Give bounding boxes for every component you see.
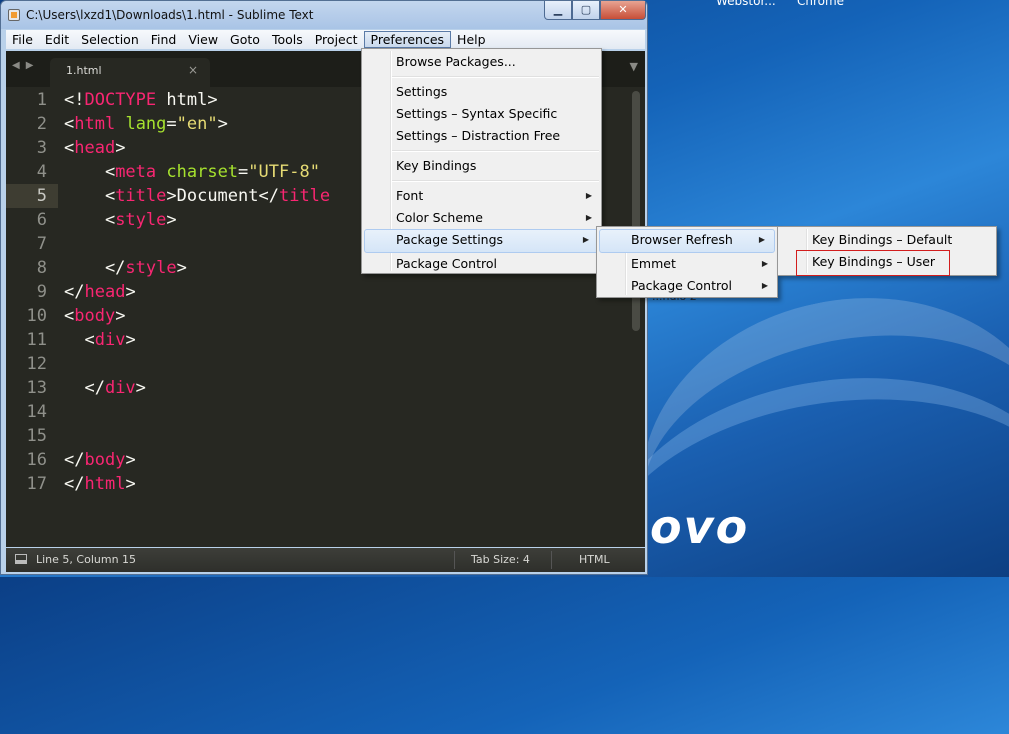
desktop-logo: ovo: [650, 500, 750, 554]
menu-bar: File Edit Selection Find View Goto Tools…: [6, 30, 645, 49]
window-title: C:\Users\lxzd1\Downloads\1.html - Sublim…: [26, 8, 314, 22]
menu-item-package-control[interactable]: Package Control: [362, 253, 601, 275]
minimize-icon: ▁: [553, 3, 563, 16]
line-number: 16: [26, 450, 47, 470]
panel-toggle-icon[interactable]: [15, 554, 27, 564]
menu-help[interactable]: Help: [451, 31, 492, 48]
line-number: 1: [36, 90, 47, 110]
submenu-arrow-icon: ▶: [758, 235, 765, 244]
tab-nav-arrows-icon[interactable]: ◀▶: [12, 60, 39, 71]
line-number: 17: [26, 474, 47, 494]
desktop-icon-label-chrome[interactable]: Chrome: [797, 0, 844, 8]
line-number: 12: [26, 354, 47, 374]
line-number-gutter: 1 2 3 4 5 6 7 8 9 10 11 12 13 14 15 16 17: [6, 88, 58, 496]
line-number: 14: [26, 402, 47, 422]
menu-view[interactable]: View: [182, 31, 224, 48]
submenu-arrow-icon: ▶: [761, 281, 768, 290]
syntax-indicator[interactable]: HTML: [579, 553, 610, 566]
line-number: 7: [36, 234, 47, 254]
tab-close-icon[interactable]: ×: [188, 63, 198, 77]
line-number: 4: [36, 162, 47, 182]
maximize-button[interactable]: ▢: [572, 1, 600, 20]
tab-label: 1.html: [66, 64, 102, 77]
code-line: <div>: [64, 330, 136, 350]
window-controls: ▁ ▢ ✕: [544, 1, 646, 20]
maximize-icon: ▢: [580, 3, 592, 16]
tab-1-html[interactable]: 1.html ×: [50, 58, 210, 87]
tab-size-indicator[interactable]: Tab Size: 4: [471, 553, 530, 566]
menu-item-label: Emmet: [631, 256, 676, 271]
submenu-arrow-icon: ▶: [585, 191, 592, 200]
cursor-position: Line 5, Column 15: [36, 553, 137, 566]
menu-item-settings-syntax-specific[interactable]: Settings – Syntax Specific: [362, 103, 601, 125]
status-divider: [454, 551, 455, 569]
submenu-arrow-icon: ▶: [585, 213, 592, 222]
line-number: 13: [26, 378, 47, 398]
code-line: </div>: [64, 378, 146, 398]
submenu-arrow-icon: ▶: [761, 259, 768, 268]
menu-item-browser-refresh[interactable]: Browser Refresh ▶: [599, 229, 775, 253]
menu-item-settings-distraction-free[interactable]: Settings – Distraction Free: [362, 125, 601, 147]
minimize-button[interactable]: ▁: [544, 1, 572, 20]
line-number: 3: [36, 138, 47, 158]
menu-item-key-bindings-default[interactable]: Key Bindings – Default: [778, 229, 996, 251]
annotation-highlight-box: [796, 250, 950, 276]
status-bar: Line 5, Column 15 Tab Size: 4 HTML: [6, 548, 645, 572]
menu-find[interactable]: Find: [145, 31, 183, 48]
menu-item-key-bindings[interactable]: Key Bindings: [362, 155, 601, 177]
line-number: 5: [6, 184, 58, 208]
menu-tools[interactable]: Tools: [266, 31, 309, 48]
menu-file[interactable]: File: [6, 31, 39, 48]
menu-item-browse-packages[interactable]: Browse Packages...: [362, 51, 601, 73]
line-number: 2: [36, 114, 47, 134]
menu-item-package-control-sub[interactable]: Package Control ▶: [597, 275, 777, 297]
menu-edit[interactable]: Edit: [39, 31, 75, 48]
menu-item-label: Package Settings: [396, 232, 504, 247]
title-bar[interactable]: C:\Users\lxzd1\Downloads\1.html - Sublim…: [1, 1, 647, 29]
menu-item-emmet[interactable]: Emmet ▶: [597, 253, 777, 275]
close-button[interactable]: ✕: [600, 1, 646, 20]
menu-item-font[interactable]: Font ▶: [362, 185, 601, 207]
menu-goto[interactable]: Goto: [224, 31, 266, 48]
code-line: </head>: [64, 282, 136, 302]
line-number: 11: [26, 330, 47, 350]
menu-separator: [392, 150, 599, 152]
menu-separator: [392, 76, 599, 78]
code-line: <body>: [64, 306, 126, 326]
menu-preferences[interactable]: Preferences: [363, 31, 452, 48]
menu-item-label: Package Control: [631, 278, 732, 293]
code-line: </body>: [64, 450, 136, 470]
menu-item-label: Browser Refresh: [631, 232, 733, 247]
menu-item-label: Font: [396, 188, 424, 203]
app-icon[interactable]: [8, 9, 20, 21]
code-line: </html>: [64, 474, 136, 494]
submenu-arrow-icon: ▶: [582, 235, 589, 244]
menu-project[interactable]: Project: [309, 31, 364, 48]
line-number: 15: [26, 426, 47, 446]
status-divider: [551, 551, 552, 569]
menu-item-color-scheme[interactable]: Color Scheme ▶: [362, 207, 601, 229]
minimap[interactable]: [604, 91, 628, 111]
line-number: 6: [36, 210, 47, 230]
menu-item-package-settings[interactable]: Package Settings ▶: [364, 229, 599, 253]
menu-separator: [392, 180, 599, 182]
menu-item-label: Color Scheme: [396, 210, 483, 225]
close-icon: ✕: [618, 3, 628, 16]
menu-selection[interactable]: Selection: [75, 31, 145, 48]
line-number: 10: [26, 306, 47, 326]
desktop-icon-label-webstorm[interactable]: Webstor...: [716, 0, 776, 8]
preferences-menu: Browse Packages... Settings Settings – S…: [361, 48, 602, 274]
package-settings-submenu: Browser Refresh ▶ Emmet ▶ Package Control ▶: [596, 226, 778, 298]
tab-dropdown-icon[interactable]: ▼: [630, 60, 638, 73]
line-number: 9: [36, 282, 47, 302]
line-number: 8: [36, 258, 47, 278]
menu-item-settings[interactable]: Settings: [362, 81, 601, 103]
